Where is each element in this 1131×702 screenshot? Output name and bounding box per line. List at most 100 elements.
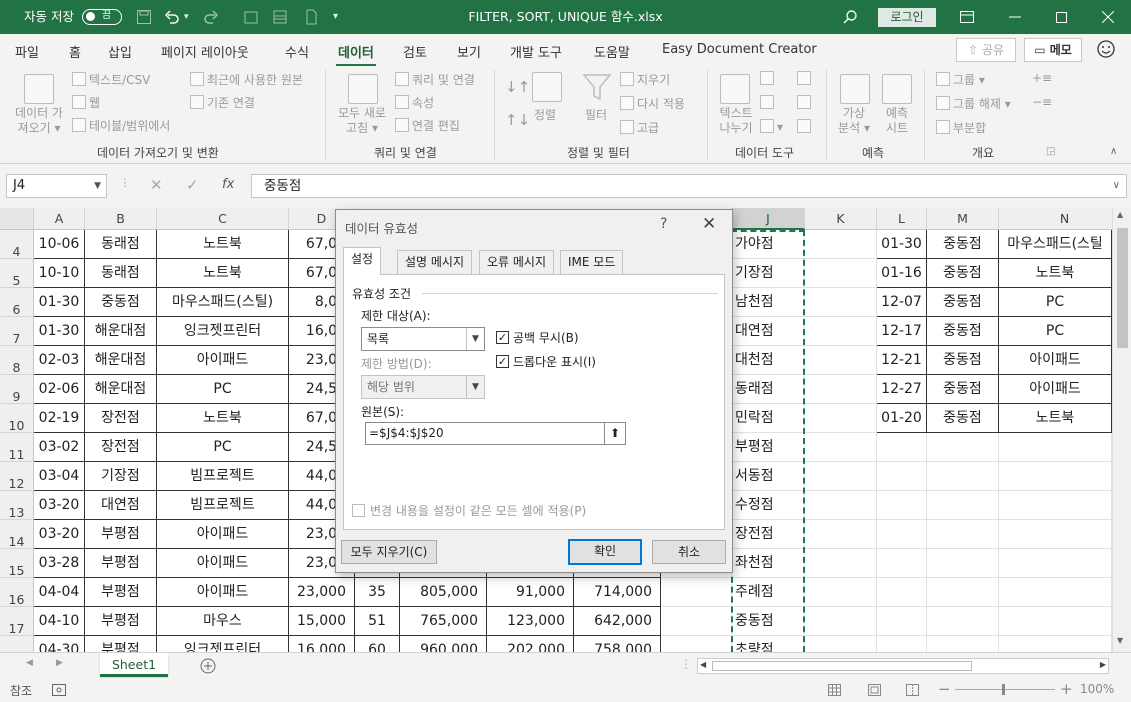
maximize-button[interactable] [1038,0,1084,34]
cell-n5[interactable]: 노트북 [999,259,1112,288]
cell-l8[interactable]: 12-21 [877,346,927,375]
cell-m5[interactable]: 중동점 [927,259,999,288]
ok-button[interactable]: 확인 [568,539,642,565]
cell-j16[interactable]: 주례점 [732,578,805,607]
cell-a6[interactable]: 01-30 [34,288,85,317]
row-header[interactable]: 18 [0,636,34,652]
cell-m6[interactable]: 중동점 [927,288,999,317]
flash-fill-icon[interactable] [760,71,777,86]
cell-a17[interactable]: 04-10 [34,607,85,636]
edit-links-button[interactable]: 연결 편집 [395,117,460,134]
row-header[interactable]: 17 [0,607,34,636]
horizontal-scrollbar[interactable]: ◀ ▶ [697,658,1109,674]
name-box[interactable]: J4 ▼ [6,174,107,198]
cell-m11[interactable] [927,433,999,462]
cell-j6[interactable]: 남천점 [732,288,805,317]
cell-j14[interactable]: 장전점 [732,520,805,549]
row-header[interactable]: 13 [0,491,34,520]
more-options-icon[interactable]: ⋮ [120,178,130,189]
cell-b17[interactable]: 부평점 [85,607,157,636]
cell-m10[interactable]: 중동점 [927,404,999,433]
cell-b14[interactable]: 부평점 [85,520,157,549]
cell-m12[interactable] [927,462,999,491]
cell-m13[interactable] [927,491,999,520]
cell-l10[interactable]: 01-20 [877,404,927,433]
cell-a9[interactable]: 02-06 [34,375,85,404]
insert-function-icon[interactable]: fx [222,177,234,192]
cell-k18[interactable] [805,636,877,652]
tab-data[interactable]: 데이터 [336,42,376,67]
cell-b10[interactable]: 장전점 [85,404,157,433]
tab-home[interactable]: 홈 [69,42,81,61]
ignore-blank-checkbox[interactable]: ✓ [496,331,509,344]
cell-j5[interactable]: 기장점 [732,259,805,288]
tab-review[interactable]: 검토 [403,42,427,61]
reapply-button[interactable]: 다시 적용 [620,95,685,112]
cell-l9[interactable]: 12-27 [877,375,927,404]
cell-i16[interactable] [661,578,732,607]
cell-c7[interactable]: 잉크젯프린터 [157,317,289,346]
collapse-ribbon-icon[interactable]: ∧ [1110,146,1117,157]
cell-n17[interactable] [999,607,1112,636]
in-cell-dropdown-checkbox[interactable]: ✓ [496,355,509,368]
column-header-b[interactable]: B [85,208,157,230]
tab-formulas[interactable]: 수식 [285,42,309,61]
cell-j9[interactable]: 동래점 [732,375,805,404]
scroll-up-icon[interactable]: ▲ [1117,210,1123,219]
close-window-button[interactable] [1085,0,1131,34]
tab-developer[interactable]: 개발 도구 [510,42,562,61]
share-button[interactable]: ⇧ 공유 [956,38,1016,62]
cell-l5[interactable]: 01-16 [877,259,927,288]
show-detail-icon[interactable]: +≡ [1032,71,1052,85]
cell-k11[interactable] [805,433,877,462]
cancel-button[interactable]: 취소 [652,540,726,564]
cell-c11[interactable]: PC [157,433,289,462]
vertical-scrollbar[interactable]: ▲ ▼ [1112,208,1131,652]
cell-a4[interactable]: 10-06 [34,230,85,259]
cell-l12[interactable] [877,462,927,491]
cell-h16[interactable]: 714,000 [574,578,661,607]
clear-button[interactable]: 지우기 [620,71,670,88]
feedback-smile-icon[interactable] [1097,40,1115,58]
cell-n18[interactable] [999,636,1112,652]
cell-c4[interactable]: 노트북 [157,230,289,259]
row-header[interactable]: 11 [0,433,34,462]
cell-m18[interactable] [927,636,999,652]
help-icon[interactable]: ? [660,216,667,232]
zoom-in-icon[interactable]: + [1060,680,1073,698]
cell-f16[interactable]: 805,000 [400,578,487,607]
row-header[interactable]: 7 [0,317,34,346]
filter-button[interactable]: 필터 [585,106,607,123]
row-header[interactable]: 15 [0,549,34,578]
scroll-left-icon[interactable]: ◀ [700,660,706,669]
cell-n6[interactable]: PC [999,288,1112,317]
cell-k17[interactable] [805,607,877,636]
cell-n14[interactable] [999,520,1112,549]
table-range-button[interactable]: 테이블/범위에서 [72,117,170,134]
cell-m4[interactable]: 중동점 [927,230,999,259]
source-input[interactable]: =$J$4:$J$20 [365,422,605,445]
cell-c18[interactable]: 잉크젯프린터 [157,636,289,652]
minimize-button[interactable] [992,0,1038,34]
text-csv-button[interactable]: 텍스트/CSV [72,71,150,88]
row-header[interactable]: 9 [0,375,34,404]
cell-d17[interactable]: 15,000 [289,607,355,636]
cell-i18[interactable] [661,636,732,652]
cell-b13[interactable]: 대연점 [85,491,157,520]
cell-k16[interactable] [805,578,877,607]
sort-button[interactable]: 정렬 [534,106,556,123]
zoom-out-icon[interactable]: − [938,680,951,698]
cell-l17[interactable] [877,607,927,636]
cell-n7[interactable]: PC [999,317,1112,346]
cell-k14[interactable] [805,520,877,549]
macro-record-icon[interactable] [52,684,66,696]
data-validation-icon[interactable]: ▾ [760,119,783,134]
cell-j12[interactable]: 서동점 [732,462,805,491]
column-header-k[interactable]: K [805,208,877,230]
chevron-down-icon[interactable]: ▼ [94,175,101,197]
cell-l11[interactable] [877,433,927,462]
cell-b11[interactable]: 장전점 [85,433,157,462]
consolidate-icon[interactable] [797,71,814,86]
data-model-icon[interactable] [797,119,814,134]
cell-c15[interactable]: 아이패드 [157,549,289,578]
